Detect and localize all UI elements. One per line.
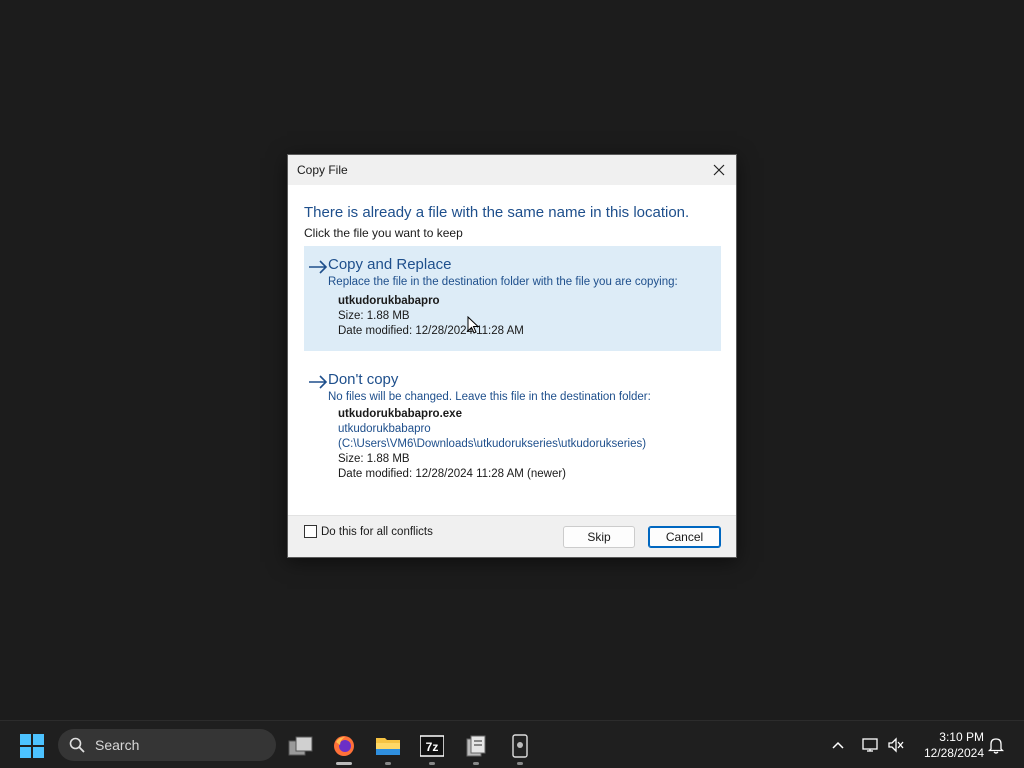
running-indicator bbox=[385, 762, 391, 765]
clipboard-app-taskbar-button[interactable] bbox=[459, 729, 493, 765]
destination-folder-link[interactable]: utkudorukbabapro bbox=[338, 422, 646, 437]
all-conflicts-label[interactable]: Do this for all conflicts bbox=[321, 526, 433, 538]
dont-copy-option[interactable]: Don't copy No files will be changed. Lea… bbox=[304, 361, 721, 501]
start-button[interactable] bbox=[20, 734, 44, 758]
volume-button[interactable] bbox=[884, 733, 908, 757]
destination-folder-path[interactable]: (C:\Users\VM6\Downloads\utkudorukseries\… bbox=[338, 437, 646, 452]
svg-text:7z: 7z bbox=[426, 740, 439, 754]
cancel-button[interactable]: Cancel bbox=[648, 526, 721, 548]
mouse-cursor-icon bbox=[467, 316, 479, 334]
running-indicator bbox=[336, 762, 352, 765]
arrow-right-icon bbox=[309, 375, 328, 389]
task-view-button[interactable] bbox=[284, 729, 318, 763]
destination-file-name: utkudorukbabapro.exe bbox=[338, 408, 462, 420]
phone-icon bbox=[512, 734, 528, 758]
source-file-name: utkudorukbabapro bbox=[338, 295, 440, 307]
source-file-date: Date modified: 12/28/2024 11:28 AM bbox=[338, 325, 524, 337]
file-explorer-taskbar-button[interactable] bbox=[371, 729, 405, 765]
show-hidden-icons-button[interactable] bbox=[826, 733, 850, 757]
destination-file-size: Size: 1.88 MB bbox=[338, 453, 410, 465]
dialog-title: Copy File bbox=[297, 163, 348, 177]
all-conflicts-checkbox[interactable] bbox=[304, 525, 317, 538]
running-indicator bbox=[473, 762, 479, 765]
chevron-up-icon bbox=[832, 741, 844, 749]
firefox-taskbar-button[interactable] bbox=[327, 729, 361, 765]
phone-app-taskbar-button[interactable] bbox=[503, 729, 537, 765]
notifications-button[interactable] bbox=[984, 733, 1008, 757]
folder-icon bbox=[376, 738, 400, 755]
windows-logo-icon bbox=[20, 734, 31, 745]
volume-muted-icon bbox=[888, 737, 904, 753]
skip-button[interactable]: Skip bbox=[563, 526, 635, 548]
conflict-heading: There is already a file with the same na… bbox=[304, 204, 690, 221]
running-indicator bbox=[517, 762, 523, 765]
clock-date: 12/28/2024 bbox=[923, 746, 984, 760]
copy-file-dialog: Copy File There is already a file with t… bbox=[287, 154, 737, 558]
source-file-size: Size: 1.88 MB bbox=[338, 310, 410, 322]
7zip-icon: 7z bbox=[420, 735, 444, 757]
task-view-icon bbox=[288, 736, 313, 756]
dialog-titlebar[interactable]: Copy File bbox=[288, 155, 736, 185]
search-placeholder: Search bbox=[95, 737, 140, 753]
search-icon bbox=[69, 737, 85, 753]
copy-and-replace-description: Replace the file in the destination fold… bbox=[328, 276, 678, 288]
conflict-subheading: Click the file you want to keep bbox=[304, 226, 463, 240]
copy-and-replace-option[interactable]: Copy and Replace Replace the file in the… bbox=[304, 246, 721, 351]
network-button[interactable] bbox=[858, 733, 882, 757]
7zip-taskbar-button[interactable]: 7z bbox=[415, 729, 449, 765]
close-button[interactable] bbox=[708, 159, 730, 181]
dont-copy-description: No files will be changed. Leave this fil… bbox=[328, 391, 651, 403]
dialog-footer: Do this for all conflicts Skip Cancel bbox=[288, 515, 736, 557]
taskbar-clock[interactable]: 3:10 PM 12/28/2024 bbox=[916, 729, 984, 761]
destination-file-date: Date modified: 12/28/2024 11:28 AM (newe… bbox=[338, 468, 567, 480]
firefox-icon bbox=[334, 736, 354, 756]
source-file-info: utkudorukbabapro Size: 1.88 MB Date modi… bbox=[338, 294, 524, 339]
dialog-body: There is already a file with the same na… bbox=[288, 185, 736, 517]
copy-and-replace-title: Copy and Replace bbox=[328, 256, 452, 273]
taskbar: Search 7z 3:10 PM 12/28/2024 bbox=[0, 720, 1024, 768]
bell-icon bbox=[988, 738, 1004, 754]
network-icon bbox=[862, 738, 878, 752]
taskbar-search[interactable]: Search bbox=[58, 729, 276, 761]
close-icon bbox=[713, 164, 725, 176]
clock-time: 3:10 PM bbox=[939, 730, 984, 744]
arrow-right-icon bbox=[309, 260, 328, 274]
clipboard-icon bbox=[466, 735, 486, 757]
dont-copy-title: Don't copy bbox=[328, 371, 399, 388]
running-indicator bbox=[429, 762, 435, 765]
all-conflicts-checkbox-wrap[interactable]: Do this for all conflicts bbox=[304, 525, 433, 538]
destination-file-info: utkudorukbabapro.exe utkudorukbabapro (C… bbox=[338, 407, 646, 482]
